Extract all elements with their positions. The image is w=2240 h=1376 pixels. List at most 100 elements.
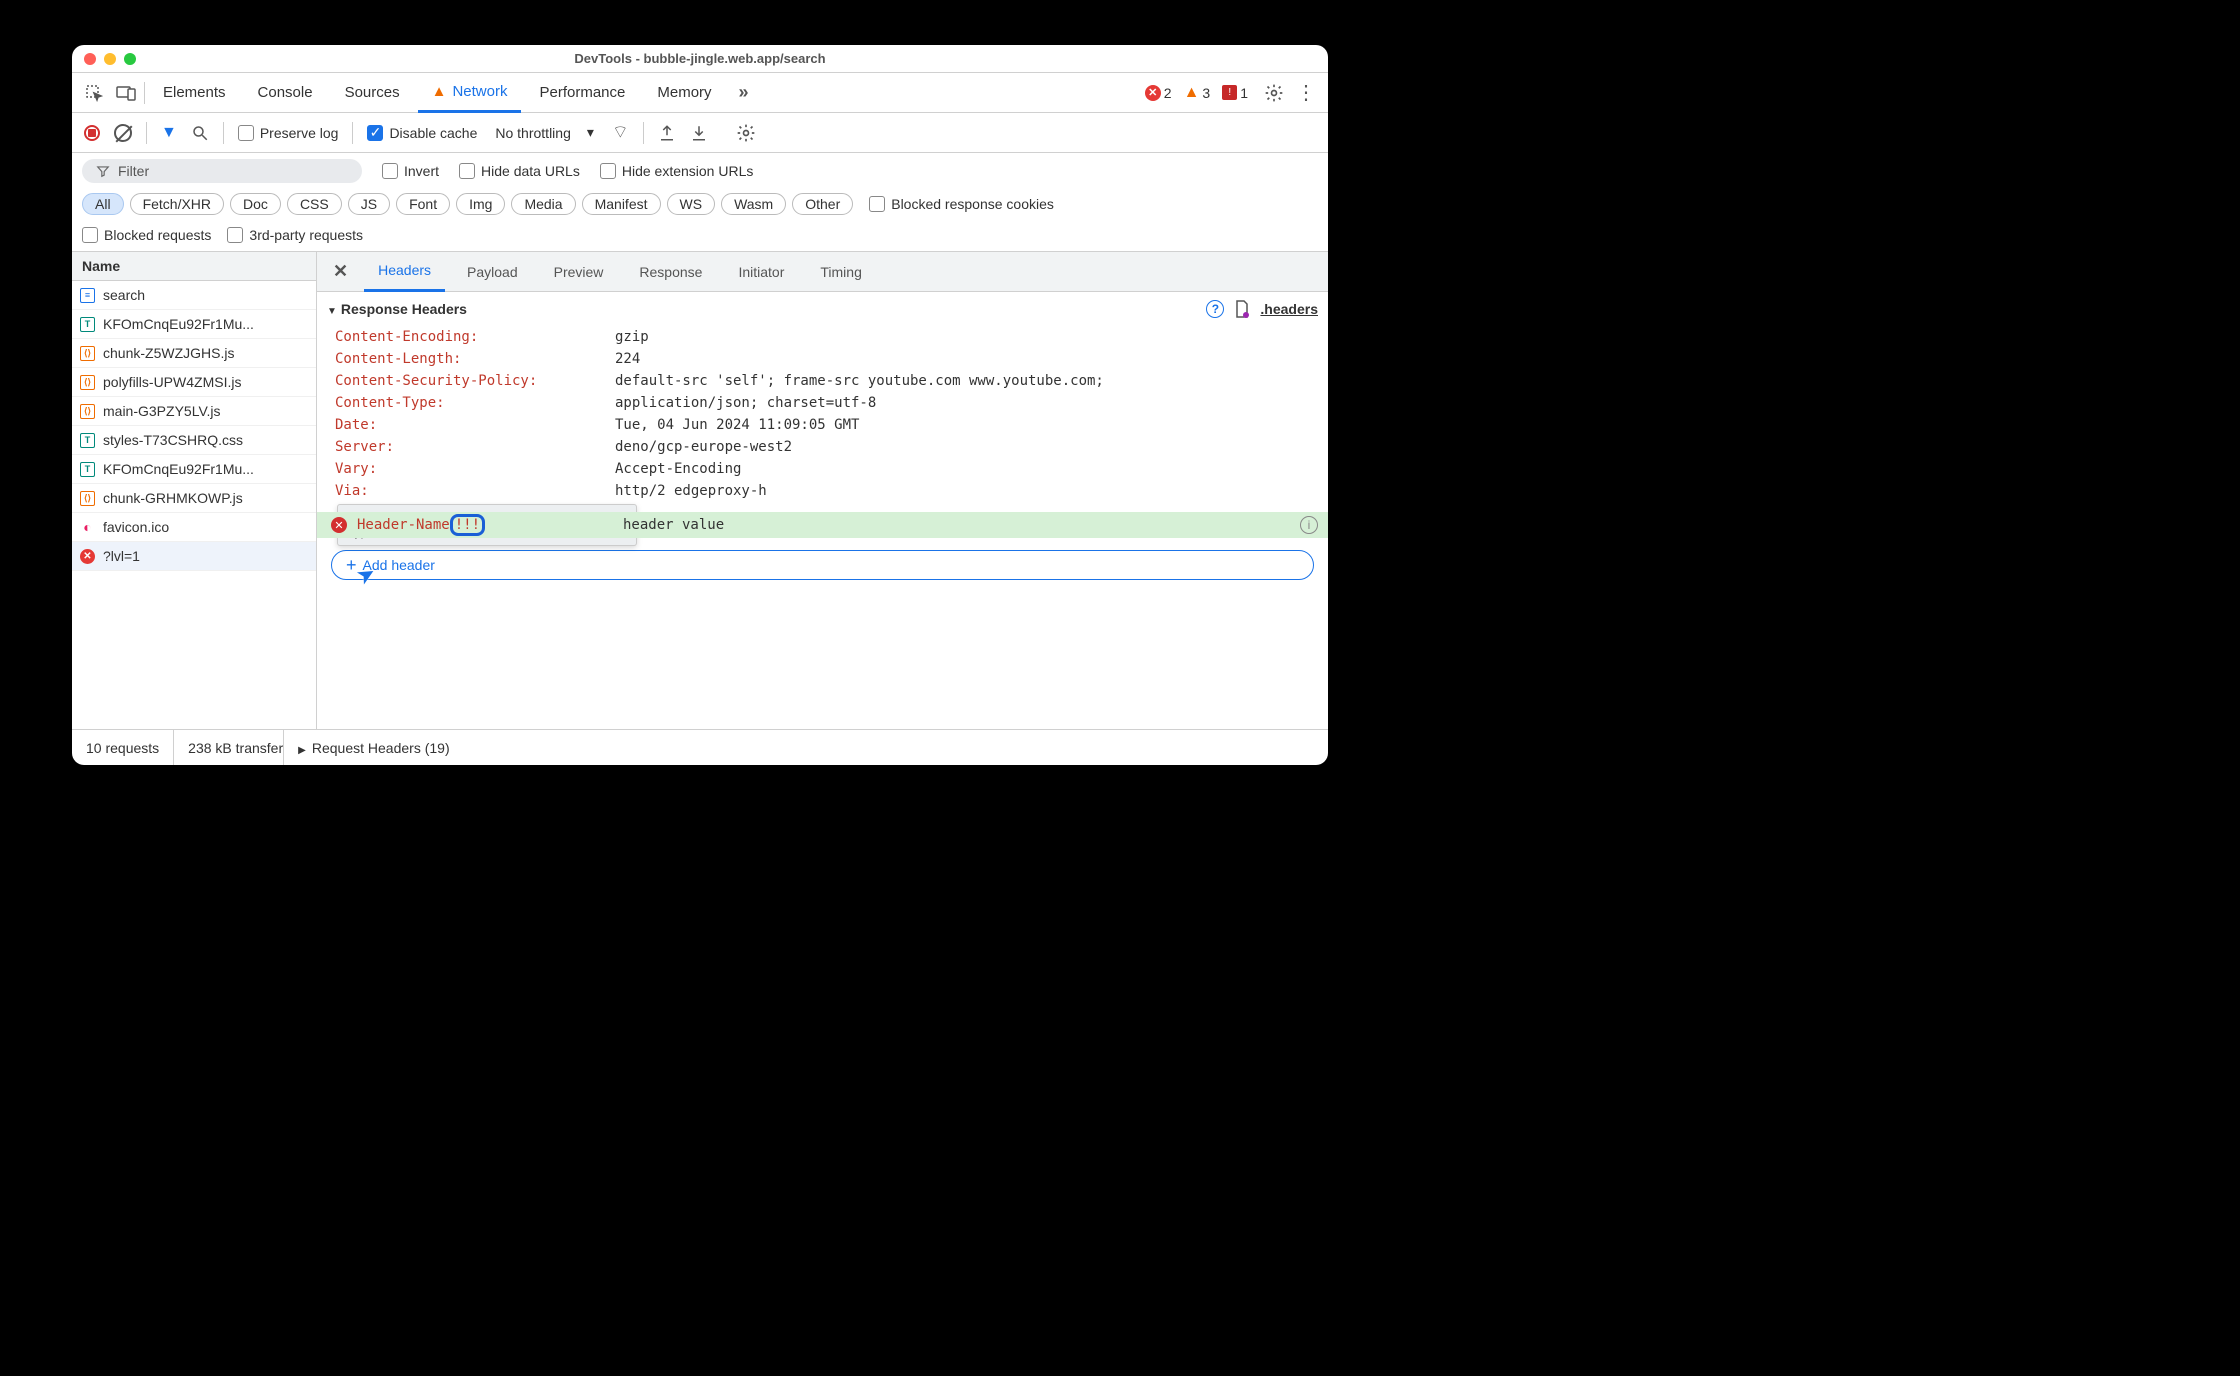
chip-all[interactable]: All — [82, 193, 124, 215]
download-icon[interactable] — [690, 124, 708, 142]
tab-console[interactable]: Console — [244, 73, 327, 113]
blocked-requests-checkbox[interactable]: Blocked requests — [82, 227, 211, 243]
tab-elements[interactable]: Elements — [149, 73, 240, 113]
request-name: search — [103, 287, 145, 303]
chip-wasm[interactable]: Wasm — [721, 193, 786, 215]
dtab-initiator[interactable]: Initiator — [724, 252, 798, 292]
settings-icon[interactable] — [1260, 79, 1288, 107]
request-row[interactable]: Tstyles-T73CSHRQ.css — [72, 426, 316, 455]
chip-media[interactable]: Media — [511, 193, 575, 215]
invert-checkbox[interactable]: Invert — [382, 163, 439, 179]
request-row[interactable]: ⟨⟩chunk-GRHMKOWP.js — [72, 484, 316, 513]
chip-css[interactable]: CSS — [287, 193, 342, 215]
header-value: deno/gcp-europe-west2 — [615, 439, 792, 455]
request-name: chunk-Z5WZJGHS.js — [103, 345, 234, 361]
minimize-window-button[interactable] — [104, 53, 116, 65]
request-row[interactable]: ◐favicon.ico — [72, 513, 316, 542]
chip-ws[interactable]: WS — [667, 193, 716, 215]
invalid-chars-highlight: !!! — [450, 514, 485, 536]
chip-doc[interactable]: Doc — [230, 193, 281, 215]
request-name: main-G3PZY5LV.js — [103, 403, 221, 419]
hide-data-urls-checkbox[interactable]: Hide data URLs — [459, 163, 580, 179]
headers-source-link[interactable]: .headers — [1260, 301, 1318, 317]
header-name: Via: — [335, 483, 615, 499]
network-settings-icon[interactable] — [736, 123, 756, 143]
request-row[interactable]: ⟨⟩polyfills-UPW4ZMSI.js — [72, 368, 316, 397]
third-party-checkbox[interactable]: 3rd-party requests — [227, 227, 363, 243]
dtab-payload[interactable]: Payload — [453, 252, 532, 292]
request-headers-section[interactable]: Request Headers (19) — [284, 730, 463, 765]
request-row[interactable]: TKFOmCnqEu92Fr1Mu... — [72, 310, 316, 339]
override-file-icon[interactable] — [1234, 300, 1250, 318]
request-row[interactable]: ✕?lvl=1 — [72, 542, 316, 571]
response-headers-section[interactable]: Response Headers ? .headers — [317, 292, 1328, 326]
upload-icon[interactable] — [658, 124, 676, 142]
chip-fetch-xhr[interactable]: Fetch/XHR — [130, 193, 224, 215]
kebab-menu-icon[interactable]: ⋮ — [1292, 79, 1320, 107]
inspect-icon[interactable] — [80, 79, 108, 107]
warning-icon: ▲ — [1184, 84, 1200, 102]
header-name-input[interactable]: Header-Name!!! — [357, 517, 623, 533]
maximize-window-button[interactable] — [124, 53, 136, 65]
preserve-log-checkbox[interactable]: Preserve log — [238, 125, 339, 141]
record-button[interactable] — [84, 125, 100, 141]
add-header-button[interactable]: +Add header — [331, 550, 1314, 580]
clear-button[interactable] — [114, 124, 132, 142]
editable-header-row[interactable]: ✕ Header-Name!!! header value i — [317, 512, 1328, 538]
request-row[interactable]: TKFOmCnqEu92Fr1Mu... — [72, 455, 316, 484]
chip-js[interactable]: JS — [348, 193, 390, 215]
dtab-preview[interactable]: Preview — [540, 252, 618, 292]
help-icon[interactable]: ? — [1206, 300, 1224, 318]
issue-badges[interactable]: ✕2 ▲3 !1 — [1145, 84, 1248, 102]
disable-cache-checkbox[interactable]: ✓Disable cache — [367, 125, 477, 141]
chip-img[interactable]: Img — [456, 193, 505, 215]
close-window-button[interactable] — [84, 53, 96, 65]
throttling-select[interactable]: No throttling▾ — [491, 122, 598, 143]
close-detail-button[interactable]: ✕ — [325, 261, 356, 282]
chip-manifest[interactable]: Manifest — [582, 193, 661, 215]
header-name: Content-Length: — [335, 351, 615, 367]
dtab-headers[interactable]: Headers — [364, 252, 445, 292]
issues-icon: ! — [1222, 85, 1237, 100]
header-value-input[interactable]: header value — [623, 517, 724, 533]
blocked-cookies-checkbox[interactable]: Blocked response cookies — [869, 196, 1054, 212]
content-area: Name ≡searchTKFOmCnqEu92Fr1Mu...⟨⟩chunk-… — [72, 252, 1328, 729]
dtab-response[interactable]: Response — [625, 252, 716, 292]
titlebar: DevTools - bubble-jingle.web.app/search — [72, 45, 1328, 73]
request-list: Name ≡searchTKFOmCnqEu92Fr1Mu...⟨⟩chunk-… — [72, 252, 317, 729]
filter-toggle-icon[interactable]: ▼ — [161, 124, 177, 142]
request-row[interactable]: ⟨⟩main-G3PZY5LV.js — [72, 397, 316, 426]
tab-memory[interactable]: Memory — [643, 73, 725, 113]
chip-font[interactable]: Font — [396, 193, 450, 215]
request-list-header[interactable]: Name — [72, 252, 316, 281]
response-headers-list: Content-Encoding:gzipContent-Length:224C… — [317, 326, 1328, 510]
request-name: KFOmCnqEu92Fr1Mu... — [103, 461, 254, 477]
delete-header-button[interactable]: ✕ — [331, 517, 347, 533]
search-icon[interactable] — [191, 124, 209, 142]
header-row: Date:Tue, 04 Jun 2024 11:09:05 GMT — [335, 414, 1318, 436]
header-name: Content-Security-Policy: — [335, 373, 615, 389]
chip-other[interactable]: Other — [792, 193, 853, 215]
more-tabs-icon[interactable]: » — [730, 79, 758, 107]
expand-arrow-icon — [327, 301, 341, 317]
detail-tabs: ✕ Headers Payload Preview Response Initi… — [317, 252, 1328, 292]
filter-input[interactable]: Filter — [82, 159, 362, 183]
tab-performance[interactable]: Performance — [525, 73, 639, 113]
info-icon[interactable]: i — [1300, 516, 1318, 534]
header-name: Vary: — [335, 461, 615, 477]
tab-sources[interactable]: Sources — [331, 73, 414, 113]
dtab-timing[interactable]: Timing — [806, 252, 876, 292]
filter-row: Filter Invert Hide data URLs Hide extens… — [72, 153, 1328, 189]
hide-extension-urls-checkbox[interactable]: Hide extension URLs — [600, 163, 754, 179]
warning-icon: ▲ — [432, 83, 447, 100]
devtools-window: DevTools - bubble-jingle.web.app/search … — [72, 45, 1328, 765]
type-chip-row: All Fetch/XHR Doc CSS JS Font Img Media … — [72, 189, 1328, 252]
request-row[interactable]: ≡search — [72, 281, 316, 310]
status-transfer: 238 kB transferred — [174, 730, 284, 765]
device-icon[interactable] — [112, 79, 140, 107]
window-title: DevTools - bubble-jingle.web.app/search — [574, 51, 825, 66]
tab-network[interactable]: ▲ Network — [418, 73, 522, 113]
header-row: Server:deno/gcp-europe-west2 — [335, 436, 1318, 458]
wifi-icon[interactable]: ⌔ — [612, 121, 629, 144]
request-row[interactable]: ⟨⟩chunk-Z5WZJGHS.js — [72, 339, 316, 368]
